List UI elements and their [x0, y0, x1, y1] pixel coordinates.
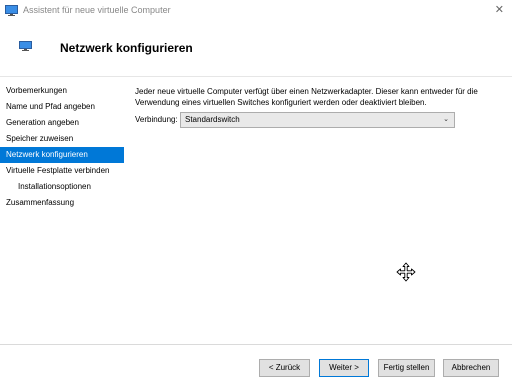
connection-dropdown[interactable]: Standardswitch ⌄	[180, 112, 455, 128]
connection-row: Verbindung: Standardswitch ⌄	[135, 112, 455, 128]
monitor-icon	[5, 5, 18, 16]
title-bar: Assistent für neue virtuelle Computer ✕	[0, 0, 512, 22]
back-button[interactable]: < Zurück	[259, 359, 310, 377]
finish-button[interactable]: Fertig stellen	[378, 359, 435, 377]
next-button[interactable]: Weiter >	[319, 359, 369, 377]
connection-label: Verbindung:	[135, 115, 178, 124]
nav-item-netzwerk[interactable]: Netzwerk konfigurieren	[0, 147, 124, 163]
nav-item-generation[interactable]: Generation angeben	[0, 115, 124, 131]
monitor-icon	[19, 41, 32, 51]
nav-item-vorbemerkungen[interactable]: Vorbemerkungen	[0, 83, 124, 99]
move-cursor-icon	[396, 262, 416, 282]
chevron-down-icon: ⌄	[443, 116, 449, 123]
close-button[interactable]: ✕	[495, 3, 504, 16]
button-bar: < Zurück Weiter > Fertig stellen Abbrech…	[0, 345, 512, 388]
page-header: Netzwerk konfigurieren	[0, 22, 512, 76]
connection-value: Standardswitch	[185, 115, 240, 124]
nav-item-speicher[interactable]: Speicher zuweisen	[0, 131, 124, 147]
main-content: Jeder neue virtuelle Computer verfügt üb…	[135, 86, 495, 128]
wizard-navigation: Vorbemerkungen Name und Pfad angeben Gen…	[0, 83, 124, 211]
description-text: Jeder neue virtuelle Computer verfügt üb…	[135, 87, 478, 107]
page-title: Netzwerk konfigurieren	[60, 41, 193, 55]
nav-item-zusammenfassung[interactable]: Zusammenfassung	[0, 195, 124, 211]
window-title: Assistent für neue virtuelle Computer	[23, 5, 171, 15]
nav-item-festplatte[interactable]: Virtuelle Festplatte verbinden	[0, 163, 124, 179]
nav-item-name-und-pfad[interactable]: Name und Pfad angeben	[0, 99, 124, 115]
nav-item-installationsoptionen[interactable]: Installationsoptionen	[0, 179, 124, 195]
header-divider	[0, 76, 512, 77]
cancel-button[interactable]: Abbrechen	[443, 359, 499, 377]
